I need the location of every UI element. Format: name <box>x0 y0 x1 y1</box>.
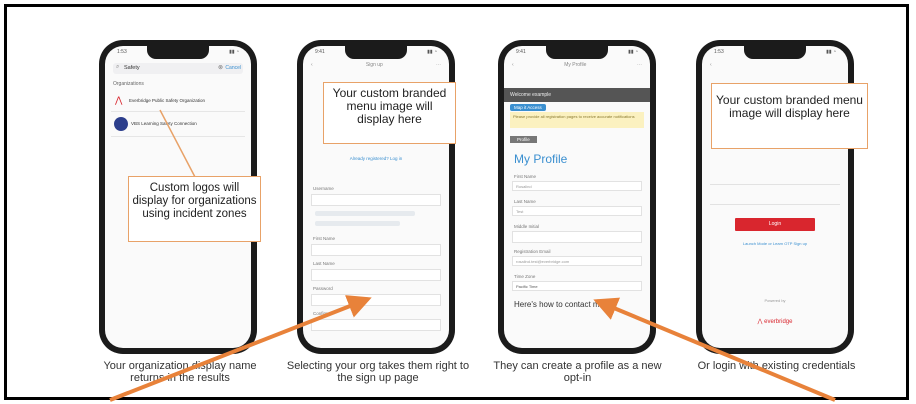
email-field[interactable]: rosalind.test@everbridge.com <box>512 256 642 266</box>
clear-icon[interactable]: ⊗ <box>218 64 223 71</box>
field-label: Time Zone <box>514 274 536 279</box>
phone-notch <box>147 46 209 59</box>
field-label: Password <box>313 286 333 291</box>
brand-name: everbridge <box>764 319 793 325</box>
back-icon[interactable]: ‹ <box>311 62 313 68</box>
callout-branded-image: Your custom branded menu image will disp… <box>323 82 456 144</box>
field-label: Username <box>313 186 334 191</box>
blurred-text <box>315 211 415 216</box>
signup-link[interactable]: Launch Mode or Learn OTP Sign up <box>702 241 848 246</box>
brand-logo: ⋀ everbridge <box>702 318 848 325</box>
timezone-select[interactable]: Pacific Time <box>512 281 642 291</box>
phone-profile: 9:41 ▮▮ ◔ ‹ My Profile ⋯ Welcome example … <box>498 40 656 354</box>
login-button[interactable]: Login <box>735 218 815 231</box>
back-icon[interactable]: ‹ <box>512 62 514 68</box>
brand-mark-icon: ⋀ <box>757 319 763 325</box>
welcome-header: Welcome example <box>504 88 650 102</box>
search-input[interactable]: Safety <box>124 65 140 71</box>
org-logo-icon: ⋀ <box>115 95 123 105</box>
more-icon[interactable]: ⋯ <box>637 62 642 68</box>
callout-branded-image: Your custom branded menu image will disp… <box>711 83 868 149</box>
nav-title: Sign up <box>365 62 383 68</box>
back-icon[interactable]: ‹ <box>710 62 712 68</box>
powered-by: Powered by <box>764 298 786 303</box>
cancel-button[interactable]: Cancel <box>225 65 241 71</box>
caption-results: Your organization display name returns i… <box>103 360 257 384</box>
access-tag[interactable]: Map it Access <box>510 104 546 111</box>
phone-notch <box>744 46 806 59</box>
result-item[interactable]: ⋀ Everbridge Public Safety Organization <box>111 91 245 112</box>
field-label: First Name <box>313 236 336 241</box>
field-label: First Name <box>514 174 537 179</box>
org-logo-icon <box>114 117 128 131</box>
field-label: Last Name <box>514 199 536 204</box>
password-field[interactable] <box>710 194 840 205</box>
nav-bar: ‹ My Profile ⋯ <box>512 62 642 68</box>
first-name-field[interactable]: Rosalind <box>512 181 642 191</box>
nav-title: My Profile <box>564 62 587 68</box>
caption-profile: They can create a profile as a new opt-i… <box>493 360 662 384</box>
confirm-field[interactable] <box>311 319 441 331</box>
last-name-field[interactable]: Test <box>512 206 642 216</box>
first-name-field[interactable] <box>311 244 441 256</box>
field-value: Test <box>516 209 524 214</box>
profile-title: My Profile <box>514 152 568 166</box>
username-field[interactable] <box>710 174 840 185</box>
result-name: Everbridge Public Safety Organization <box>129 98 206 103</box>
caption-login: Or login with existing credentials <box>697 360 856 372</box>
field-label: Middle Initial <box>514 224 540 229</box>
phone-screen: 9:41 ▮▮ ◔ ‹ My Profile ⋯ Welcome example … <box>504 46 650 348</box>
result-name: VBS Learning Safety Connection <box>131 121 197 126</box>
field-label: Registration Email <box>514 249 551 254</box>
search-icon: ⌕ <box>116 64 120 70</box>
field-label: Last Name <box>313 261 335 266</box>
field-value: Rosalind <box>516 184 532 189</box>
contact-heading: Here's how to contact me <box>514 300 605 309</box>
nav-bar: ‹ <box>710 62 840 68</box>
field-value: Pacific Time <box>516 284 538 289</box>
phone-notch <box>546 46 608 59</box>
phone-notch <box>345 46 407 59</box>
signup-link[interactable]: Already registered? Log in <box>303 156 449 161</box>
caption-signup: Selecting your org takes them right to t… <box>286 360 470 384</box>
field-value: rosalind.test@everbridge.com <box>516 259 570 264</box>
last-name-field[interactable] <box>311 269 441 281</box>
password-field[interactable] <box>311 294 441 306</box>
step-chip: Profile <box>510 136 537 143</box>
welcome-text: Welcome example <box>510 92 552 98</box>
blurred-text <box>315 221 400 226</box>
more-icon[interactable]: ⋯ <box>436 62 441 68</box>
username-field[interactable] <box>311 194 441 206</box>
nav-bar: ‹ Sign up ⋯ <box>311 62 441 68</box>
section-label: Organizations <box>113 81 144 87</box>
field-label: Confirm <box>313 311 329 316</box>
search-bar[interactable]: ⌕ Safety ⊗ Cancel <box>113 63 243 74</box>
callout-custom-logos: Custom logos will display for organizati… <box>128 176 261 242</box>
result-item[interactable]: VBS Learning Safety Connection <box>111 114 245 137</box>
notice-banner: Please provide all registration pages to… <box>510 112 644 128</box>
middle-initial-field[interactable] <box>512 231 642 243</box>
